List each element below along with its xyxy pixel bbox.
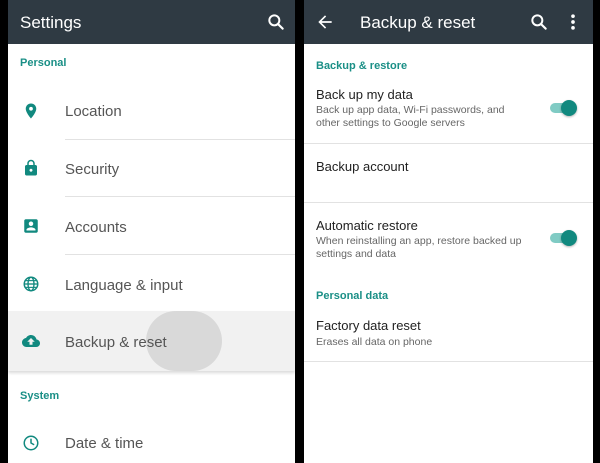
back-arrow-icon[interactable] xyxy=(315,12,335,32)
pref-subtitle: Back up app data, Wi-Fi passwords, and o… xyxy=(316,104,505,129)
divider xyxy=(304,202,593,203)
location-pin-icon xyxy=(25,103,37,119)
divider xyxy=(65,254,295,255)
divider xyxy=(65,196,295,197)
switch-thumb xyxy=(561,100,577,116)
pref-subtitle: When reinstalling an app, restore backed… xyxy=(316,235,522,260)
search-icon[interactable] xyxy=(529,12,549,32)
settings-item-label: Backup & reset xyxy=(65,334,167,351)
more-vert-icon[interactable] xyxy=(563,12,583,32)
search-icon[interactable] xyxy=(266,12,286,32)
pref-title: Factory data reset xyxy=(316,318,421,333)
settings-item-backup-reset[interactable]: Backup & reset xyxy=(8,311,295,371)
section-header-personal: Personal xyxy=(20,57,67,69)
clock-icon xyxy=(23,435,39,451)
switch-thumb xyxy=(561,230,577,246)
settings-item-label: Security xyxy=(65,161,120,178)
pref-title: Backup account xyxy=(316,159,409,174)
backup-reset-title: Backup & reset xyxy=(360,13,476,32)
globe-icon xyxy=(23,276,39,292)
account-box-icon xyxy=(24,219,38,233)
automatic-restore-switch[interactable] xyxy=(548,229,577,247)
cloud-upload-icon xyxy=(22,335,40,347)
settings-item-label: Language & input xyxy=(65,277,183,294)
backup-my-data-switch[interactable] xyxy=(548,99,577,117)
settings-item-label: Date & time xyxy=(65,435,144,452)
settings-title: Settings xyxy=(20,13,82,32)
backup-reset-screen: Backup & reset Backup & restore Back up … xyxy=(304,0,593,463)
pref-subtitle: Erases all data on phone xyxy=(316,336,433,348)
section-header-system: System xyxy=(20,390,60,402)
section-header-personal-data: Personal data xyxy=(316,290,389,302)
settings-item-label: Location xyxy=(65,103,122,120)
settings-item-label: Accounts xyxy=(65,219,127,236)
settings-app-bar: Settings xyxy=(8,0,295,44)
divider xyxy=(304,361,593,362)
section-header-backup-restore: Backup & restore xyxy=(316,60,408,72)
divider xyxy=(304,143,593,144)
divider xyxy=(65,139,295,140)
settings-screen: Settings Personal Location Security Acco… xyxy=(8,0,295,463)
lock-icon xyxy=(25,159,37,176)
pref-title: Back up my data xyxy=(316,87,413,102)
backup-reset-app-bar: Backup & reset xyxy=(304,0,593,44)
pref-title: Automatic restore xyxy=(316,218,418,233)
